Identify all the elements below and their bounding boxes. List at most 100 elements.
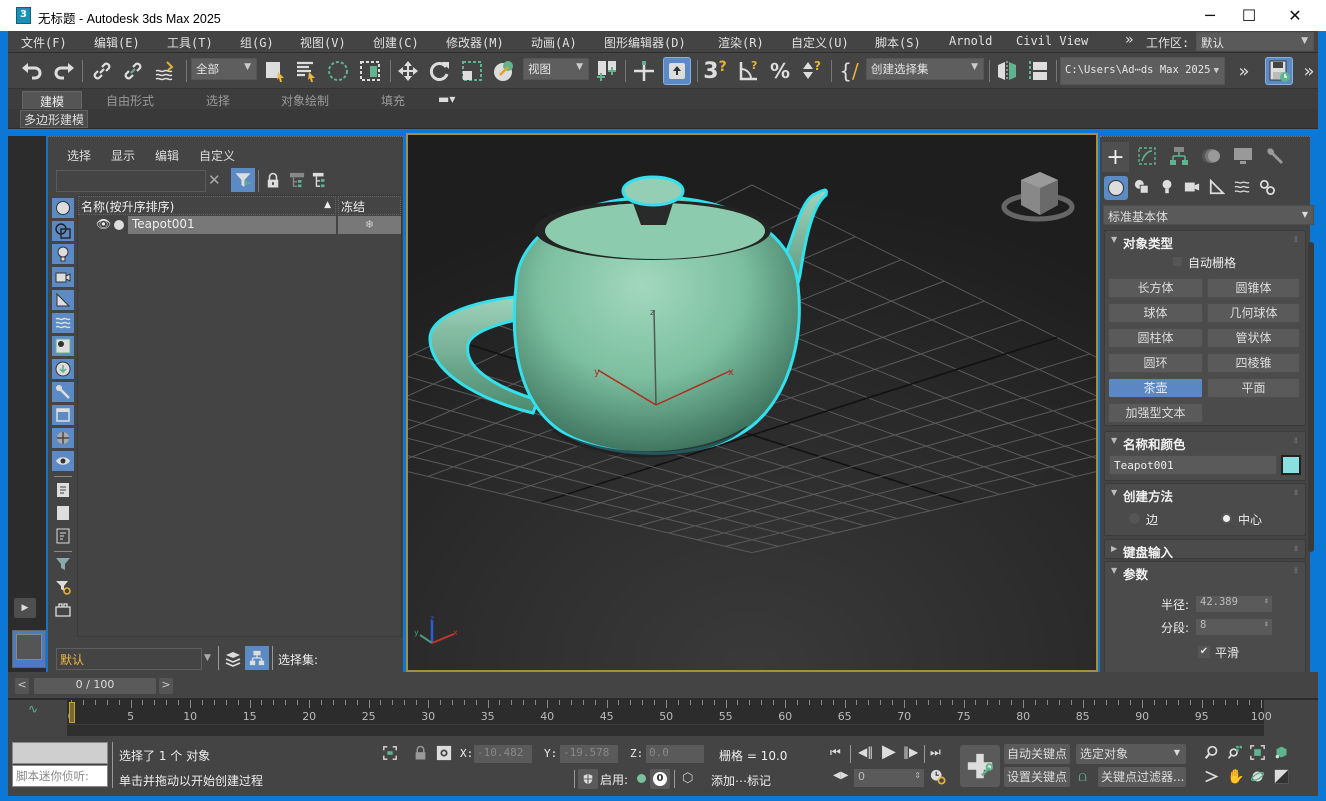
menu-file[interactable]: 文件(F) <box>21 34 67 51</box>
menu-customize[interactable]: 自定义(U) <box>791 34 849 51</box>
tube-button[interactable]: 管状体 <box>1207 328 1300 348</box>
maximize-viewport-toggle[interactable] <box>1274 769 1289 787</box>
collapse-arrow-icon[interactable]: ▼ <box>1111 566 1117 575</box>
cone-button[interactable]: 圆锥体 <box>1207 278 1300 298</box>
menu-modifiers[interactable]: 修改器(M) <box>446 34 504 51</box>
key-mode-toggle[interactable]: ◀▶ <box>833 770 848 781</box>
plane-button[interactable]: 平面 <box>1207 378 1300 398</box>
y-coord-field[interactable]: -19.578 <box>560 745 618 763</box>
keyboard-shortcut-override-button[interactable] <box>663 57 691 85</box>
named-selection-dropdown[interactable]: 创建选择集 ▼ <box>866 58 984 80</box>
object-category-dropdown[interactable]: 标准基本体 ▼ <box>1103 205 1314 225</box>
display-none-button[interactable] <box>52 503 74 523</box>
visibility-eye-icon[interactable]: 👁 <box>96 217 111 231</box>
command-panel-grip[interactable] <box>1100 136 1310 139</box>
align-button[interactable] <box>1024 57 1052 85</box>
ribbon-tab-freeform[interactable]: 自由形式 <box>98 91 162 109</box>
selection-lock-toggle[interactable] <box>414 745 427 764</box>
play-button[interactable]: ▶ <box>882 741 896 762</box>
modify-tab[interactable] <box>1137 146 1157 169</box>
percent-snap-button[interactable]: % <box>766 57 794 85</box>
prev-frame-button[interactable]: < <box>15 678 29 694</box>
spinner-arrows-icon[interactable]: ⇕ <box>914 771 921 780</box>
placement-button[interactable] <box>490 57 518 85</box>
set-key-button[interactable]: 设置关键点 <box>1004 767 1071 787</box>
autosave-button[interactable] <box>1265 57 1293 85</box>
filter-settings-button[interactable] <box>52 577 74 597</box>
menu-create[interactable]: 创建(C) <box>373 34 419 51</box>
spacewarps-category-button[interactable] <box>1234 179 1250 198</box>
field-of-view-button[interactable] <box>1204 769 1219 787</box>
add-time-tag-text[interactable]: 添加⋯标记 <box>711 772 771 789</box>
window-crossing-button[interactable] <box>356 57 384 85</box>
redo-button[interactable] <box>50 57 78 85</box>
pyramid-button[interactable]: 四棱锥 <box>1207 353 1300 373</box>
track-bar[interactable]: 0510152025303540455055606570758085909510… <box>67 700 1272 736</box>
zoom-button[interactable] <box>1204 745 1219 763</box>
select-by-name-button[interactable] <box>292 57 320 85</box>
curve-editor-toggle[interactable]: ∿ <box>28 702 38 716</box>
previous-frame-button[interactable]: ◀‖ <box>858 745 873 759</box>
display-invert-button[interactable] <box>52 526 74 546</box>
menu-arnold[interactable]: Arnold <box>949 34 992 48</box>
sort-by-hierarchy-button[interactable] <box>245 646 269 670</box>
scale-button[interactable] <box>458 57 486 85</box>
unlink-button[interactable] <box>119 57 147 85</box>
zoom-all-button[interactable] <box>1227 745 1242 763</box>
key-track[interactable] <box>67 724 1264 736</box>
menu-overflow-button[interactable]: » <box>1125 32 1133 48</box>
object-name-cell[interactable]: Teapot001 <box>128 216 336 234</box>
mirror-button[interactable] <box>993 57 1021 85</box>
project-folder-dropdown[interactable]: C:\Users\Ad⋯ds Max 2025 ▼ <box>1060 57 1225 85</box>
ribbon-options-button[interactable]: ▬▾ <box>430 91 463 109</box>
hierarchy-toggle-button[interactable] <box>289 172 305 191</box>
clear-search-button[interactable]: ✕ <box>208 171 221 189</box>
angle-snap-button[interactable]: ? <box>735 57 763 85</box>
utilities-tab[interactable] <box>1265 146 1285 169</box>
textplus-button[interactable]: 加强型文本 <box>1108 403 1203 423</box>
select-object-button[interactable] <box>261 57 289 85</box>
rollout-grip-icon[interactable]: ⁞⁞ <box>1294 235 1298 244</box>
dependencies-toggle-button[interactable] <box>312 172 328 191</box>
toolbar-overflow-button-2[interactable]: » <box>1295 57 1323 85</box>
move-button[interactable] <box>394 57 422 85</box>
set-key-big-button[interactable] <box>960 745 1000 787</box>
filter-helpers-toggle[interactable] <box>52 290 74 310</box>
undo-button[interactable] <box>18 57 46 85</box>
ribbon-tab-selection[interactable]: 选择 <box>198 91 238 109</box>
box-button[interactable]: 长方体 <box>1108 278 1203 298</box>
command-panel-scrollbar[interactable] <box>1308 242 1314 552</box>
ribbon-tab-modeling[interactable]: 建模 <box>22 91 82 109</box>
frozen-cell[interactable]: ❄ <box>338 216 401 234</box>
menu-rendering[interactable]: 渲染(R) <box>718 34 764 51</box>
filter-hidden-toggle[interactable] <box>52 451 74 471</box>
column-header-frozen[interactable]: 冻结 <box>338 196 401 215</box>
selection-region-button[interactable] <box>324 57 352 85</box>
radius-spinner[interactable]: 42.389 ⇕ <box>1196 596 1272 612</box>
edit-named-selection-button[interactable]: {/ <box>835 57 863 85</box>
absolute-offset-toggle[interactable] <box>436 745 452 764</box>
display-tab[interactable] <box>1233 146 1253 169</box>
expand-layout-button[interactable]: ▶ <box>14 598 36 618</box>
smooth-checkbox[interactable]: ✔ <box>1198 646 1210 658</box>
pivot-center-button[interactable] <box>593 57 621 85</box>
filter-xrefs-toggle[interactable] <box>52 359 74 379</box>
scene-list-row[interactable]: 👁 Teapot001 ❄ <box>78 216 401 234</box>
filter-cameras-toggle[interactable] <box>52 267 74 287</box>
teapot-button[interactable]: 茶壶 <box>1108 378 1203 398</box>
object-color-swatch[interactable] <box>1281 455 1301 475</box>
lights-category-button[interactable] <box>1159 179 1175 198</box>
collapse-arrow-icon[interactable]: ▼ <box>1111 488 1117 497</box>
object-type-title[interactable]: 对象类型 <box>1123 233 1173 252</box>
spinner-snap-button[interactable]: ? <box>798 57 826 85</box>
expand-arrow-icon[interactable]: ▶ <box>1111 544 1117 553</box>
menu-tools[interactable]: 工具(T) <box>167 34 213 51</box>
filter-groups-toggle[interactable] <box>52 336 74 356</box>
layer-explorer-button[interactable] <box>52 600 74 620</box>
perspective-viewport[interactable]: [+] [透视 ][标准 ][默认明暗处理 ] ▼ <box>406 133 1098 672</box>
bind-space-warp-button[interactable] <box>151 57 179 85</box>
key-mode-dropdown[interactable]: 选定对象 ▼ <box>1076 744 1186 764</box>
geometry-category-button[interactable] <box>1104 176 1128 200</box>
segments-spinner[interactable]: 8 ⇕ <box>1196 619 1272 635</box>
creation-method-title[interactable]: 创建方法 <box>1123 486 1173 505</box>
